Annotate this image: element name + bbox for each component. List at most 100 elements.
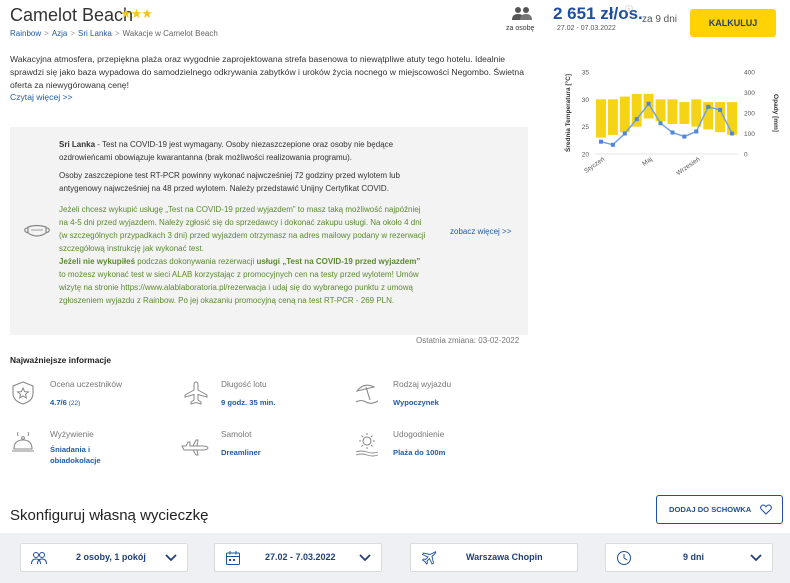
chart-bar [679, 102, 690, 124]
chart-y2-tick: 200 [744, 111, 755, 118]
board-label: Wyżywienie [50, 429, 94, 439]
departure-value: Warszawa Chopin [466, 552, 543, 562]
chart-precipitation-point [658, 121, 663, 126]
chart-y2-tick: 100 [744, 131, 755, 138]
breadcrumb-separator: > [70, 29, 76, 38]
covid-test-not-bought: Jeżeli nie wykupiłeś [59, 257, 136, 266]
duration-value: 9 dni [683, 552, 705, 562]
amenity-label: Udogodnienie [393, 429, 445, 439]
hotel-name: Camelot Beach [10, 5, 134, 25]
breadcrumb-sri-lanka[interactable]: Sri Lanka [78, 29, 112, 38]
flight-length-value: 9 godz. 35 min. [221, 398, 276, 407]
plane-side-icon [181, 439, 209, 456]
covid-test-text: podczas dokonywania rezerwacji [135, 257, 257, 266]
duration-select[interactable]: 9 dni [605, 543, 773, 572]
covid-test-service: usługi „Test na COVID-19 przed wyjazdem” [256, 257, 421, 266]
chart-bar [631, 93, 642, 127]
add-to-wishlist-button[interactable]: DODAJ DO SCHOWKA [656, 495, 783, 524]
amenity-value: Plaża do 100m [393, 448, 446, 457]
climate-chart: 20 25 30 35 0 100 200 300 400 Średnia Temperatura… [563, 70, 779, 178]
trip-type-value: Wypoczynek [393, 398, 439, 407]
heart-icon [760, 504, 772, 515]
covid-test-alab-text: to możesz wykonać test w sieci ALAB korz… [59, 270, 419, 305]
last-change-date: Ostatnia zmiana: 03-02-2022 [416, 336, 520, 345]
chart-precipitation-point [610, 142, 615, 147]
face-mask-icon [24, 224, 50, 237]
see-more-link[interactable]: zobacz więcej >> [450, 227, 511, 236]
chart-y-axis-title: Średnia Temperatura [°C] [563, 74, 572, 152]
covid-vaccinated-text: Osoby zaszczepione test RT-PCR powinny w… [59, 171, 400, 193]
chart-bar [667, 99, 678, 124]
covid-requirement-detail: - Test na COVID-19 jest wymagany. Osoby … [59, 140, 394, 162]
breadcrumb-azja[interactable]: Azja [52, 29, 68, 38]
configure-trip-title: Skonfiguruj własną wycieczkę [10, 507, 209, 524]
persons-icon [512, 7, 532, 20]
chart-bar [619, 96, 630, 133]
price-dates: 27.02 - 07.03.2022 [557, 25, 616, 32]
chart-x-tick: Styczeń [583, 156, 606, 175]
breadcrumb-separator: > [44, 29, 49, 38]
chart-y-tick: 35 [582, 70, 590, 77]
persons-label: za osobę [506, 25, 535, 32]
covid-country: Sri Lanka [59, 140, 96, 149]
nights-count: za 9 dni [642, 14, 678, 25]
food-cloche-icon [12, 431, 34, 452]
chart-y2-axis-title: Opady [mm] [772, 94, 779, 132]
chevron-down-icon [750, 554, 762, 562]
breadcrumb: Rainbow > Azja > Sri Lanka > Wakacje w Camelot… [10, 29, 218, 38]
key-info-heading: Najważniejsze informacje [10, 355, 112, 365]
chart-x-tick: Maj [641, 156, 654, 168]
chart-y2-tick: 0 [744, 152, 748, 159]
chart-precipitation-point [670, 130, 675, 135]
chart-precipitation-point [682, 134, 687, 139]
chart-precipitation-point [622, 131, 627, 136]
chart-precipitation-point [694, 129, 699, 134]
breadcrumb-separator: > [114, 29, 120, 38]
aircraft-value: Dreamliner [221, 448, 261, 457]
chevron-down-icon [359, 554, 371, 562]
rating-count: (22) [66, 400, 81, 407]
breadcrumb-rainbow[interactable]: Rainbow [10, 29, 41, 38]
add-to-wishlist-label: DODAJ DO SCHOWKA [669, 505, 752, 514]
hotel-stars: ★★★ [120, 6, 153, 21]
people-icon [31, 552, 47, 565]
departure-select[interactable]: Warszawa Chopin [410, 543, 578, 572]
aircraft-label: Samolot [221, 429, 252, 439]
chart-bar [596, 99, 606, 138]
price-info-icon[interactable]: ⓘ [625, 4, 633, 15]
read-more-link[interactable]: Czytaj więcej >> [10, 92, 73, 102]
chart-y-tick: 30 [582, 97, 590, 104]
chart-bar [643, 93, 654, 119]
persons-value: 2 osoby, 1 pokój [76, 552, 146, 562]
chart-y-tick: 25 [582, 124, 590, 131]
rating-score: 4.7/6 [50, 398, 67, 407]
chart-y2-tick: 300 [744, 90, 755, 97]
chart-precipitation-point [706, 104, 711, 109]
dates-value: 27.02 - 7.03.2022 [265, 552, 336, 562]
calculate-button[interactable]: KALKULUJ [690, 9, 776, 37]
chart-precipitation-point [718, 107, 723, 112]
chart-precipitation-point [646, 101, 651, 106]
rating-shield-icon [12, 381, 34, 405]
board-value: Śniadania i obiadokolacje [50, 445, 101, 465]
persons-select[interactable]: 2 osoby, 1 pokój [20, 543, 188, 572]
covid-test-purchase-text: Jeżeli chcesz wykupić usługę „Test na CO… [59, 205, 426, 253]
plane-icon [421, 551, 437, 565]
trip-type-label: Rodzaj wyjazdu [393, 379, 452, 389]
rating-label: Ocena uczestników [50, 379, 122, 389]
rating-value[interactable]: 4.7/6 (22) [50, 397, 80, 409]
chart-precipitation-point [598, 139, 603, 144]
chart-precipitation-point [634, 117, 639, 122]
chart-y-tick: 20 [582, 152, 590, 159]
chart-bar [691, 99, 702, 127]
covid-test-offer: Jeżeli chcesz wykupić usługę „Test na CO… [59, 203, 429, 307]
calendar-icon [226, 551, 240, 565]
dates-select[interactable]: 27.02 - 7.03.2022 [214, 543, 382, 572]
covid-requirement-text: Sri Lanka - Test na COVID-19 jest wymaga… [59, 138, 429, 164]
breadcrumb-current: Wakacje w Camelot Beach [122, 29, 218, 38]
sun-beach-icon [355, 433, 379, 457]
chart-y2-tick: 400 [744, 70, 755, 77]
plane-up-icon [184, 381, 208, 405]
chevron-down-icon [165, 554, 177, 562]
beach-umbrella-icon [355, 384, 379, 404]
